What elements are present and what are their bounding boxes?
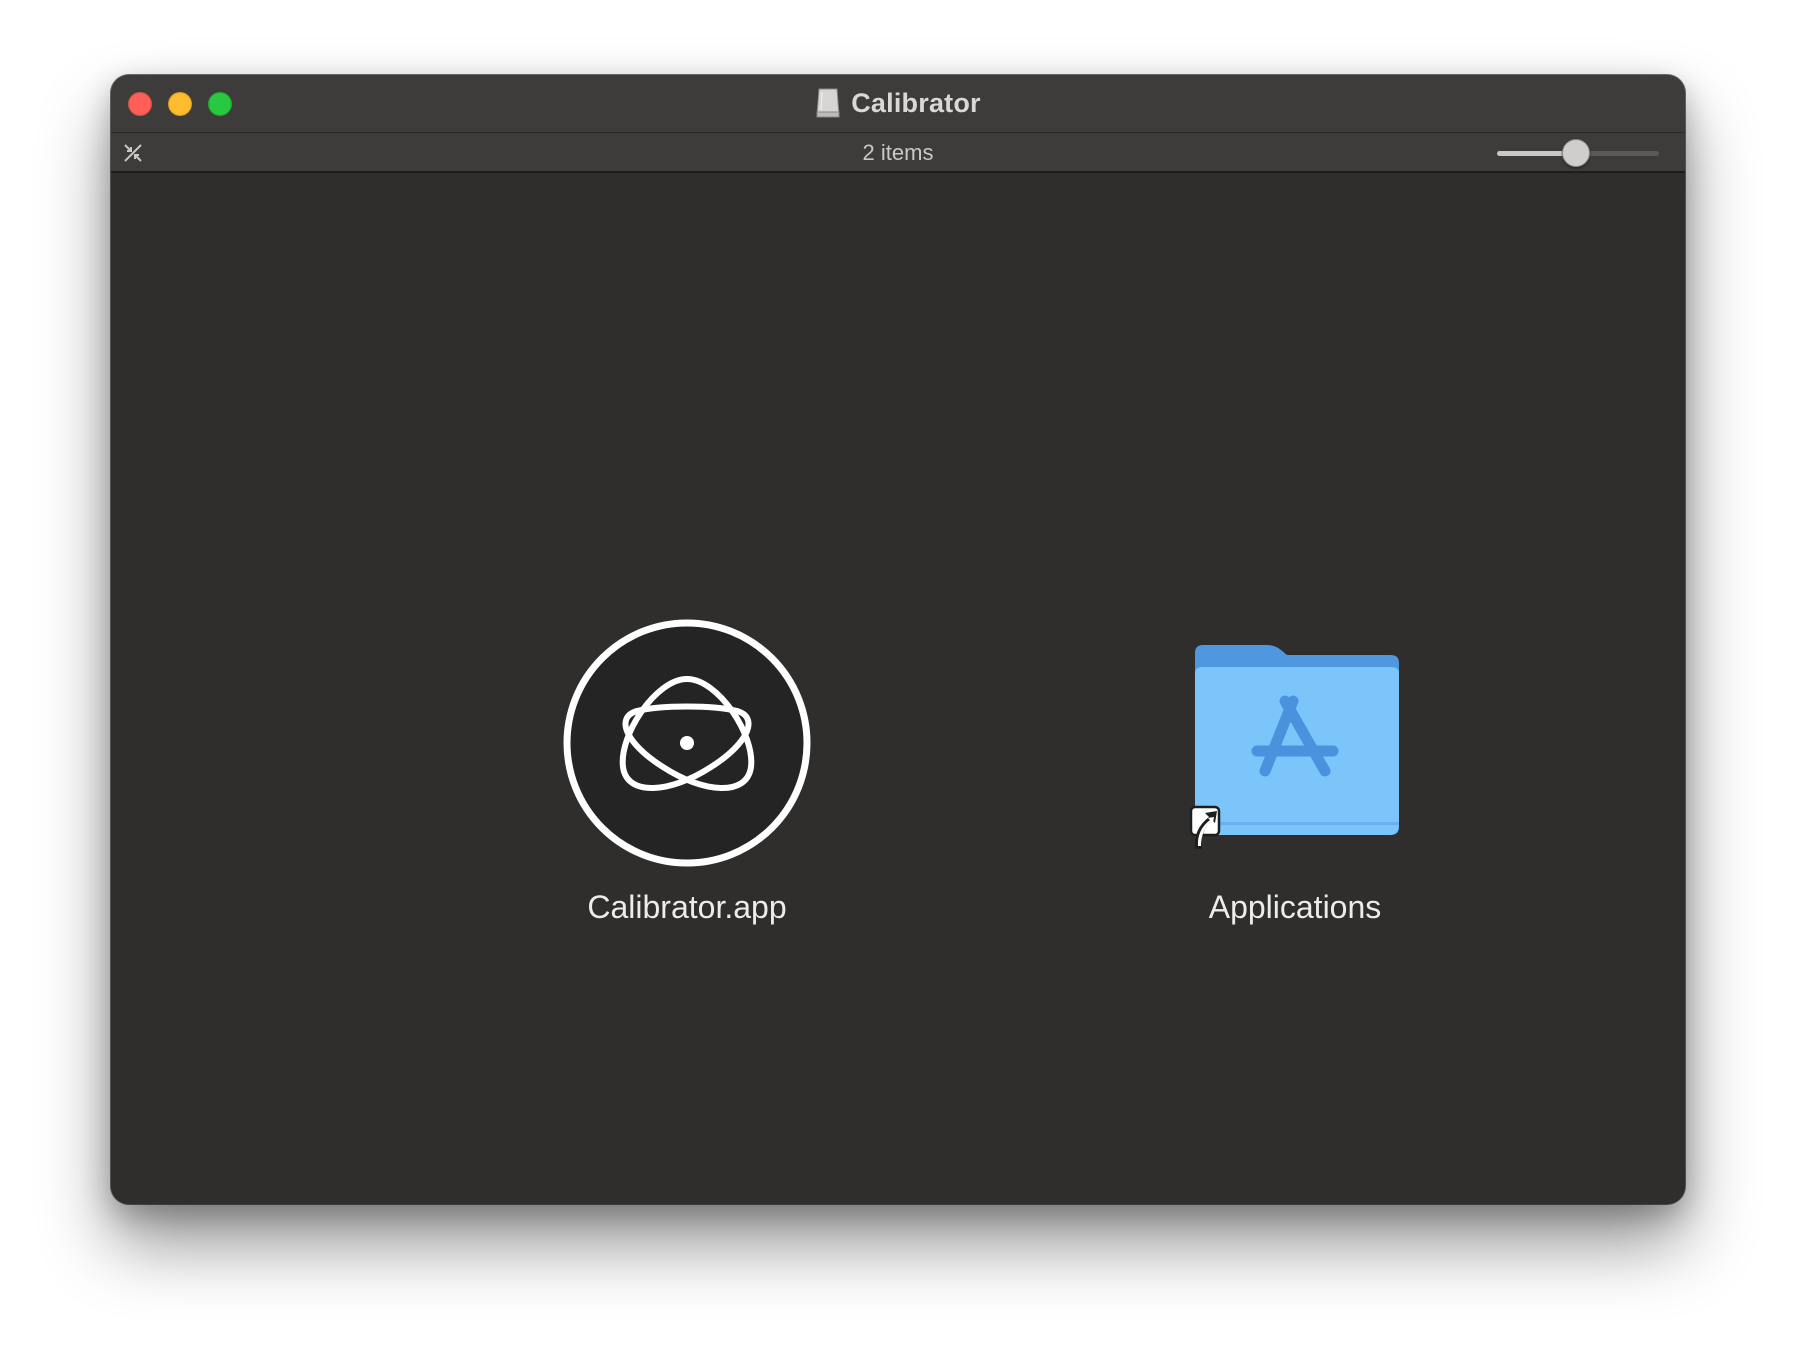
icon-size-slider[interactable] [1497,139,1659,167]
file-label-calibrator-app[interactable]: Calibrator.app [507,889,867,926]
finder-window: Calibrator 2 items Calibrator.app Applic… [111,75,1685,1204]
window-content: Calibrator.app Applications [111,173,1685,1204]
window-title-group: Calibrator [111,86,1685,120]
item-count-status: 2 items [862,140,934,165]
calibrator-app-icon[interactable] [561,617,813,869]
file-item-calibrator-app[interactable]: Calibrator.app [507,617,867,926]
alias-arrow [1189,805,1221,849]
applications-folder-alias-icon[interactable] [1165,617,1425,869]
disk-image-icon [816,88,840,118]
status-toolbar: 2 items [111,133,1685,173]
title-bar[interactable]: Calibrator [111,75,1685,133]
file-label-applications[interactable]: Applications [1115,889,1475,926]
slider-thumb[interactable] [1562,139,1590,167]
window-title: Calibrator [851,87,981,118]
file-item-applications-alias[interactable]: Applications [1115,617,1475,926]
